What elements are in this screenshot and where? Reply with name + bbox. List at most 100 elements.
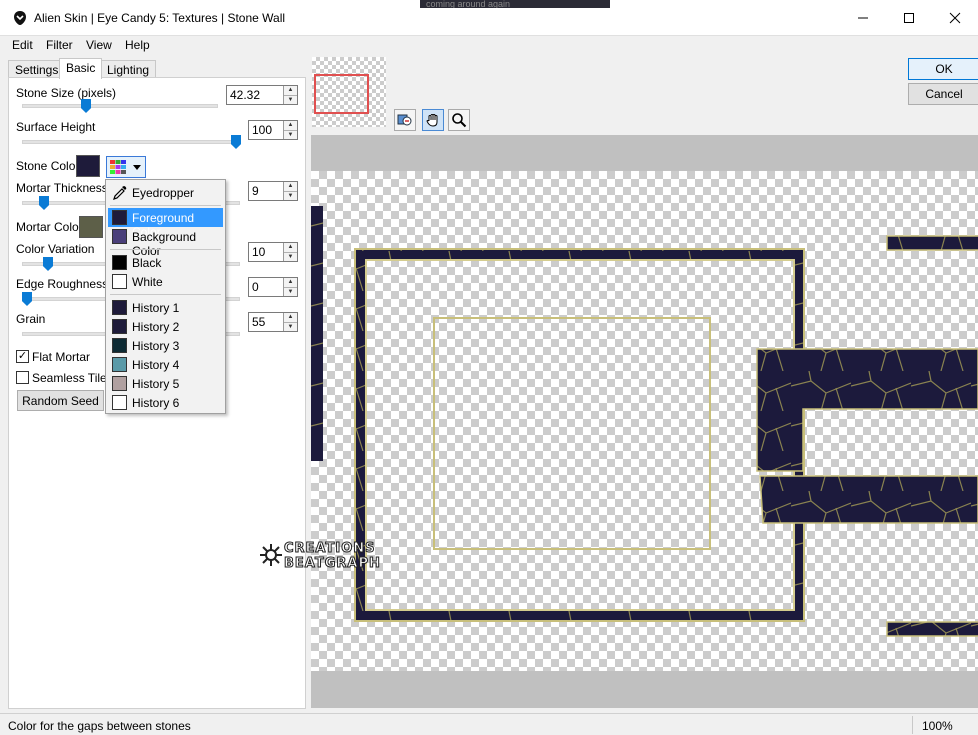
spin-down-icon[interactable]: ▼ xyxy=(284,322,297,331)
app-logo-icon xyxy=(14,11,26,25)
watermark-line-2: BEATGRAPH xyxy=(284,556,381,572)
spin-up-icon[interactable]: ▲ xyxy=(284,86,297,95)
menu-item-white[interactable]: White xyxy=(108,272,223,291)
mortar-thickness-label: Mortar Thickness xyxy=(16,181,108,195)
cancel-button[interactable]: Cancel xyxy=(908,83,978,105)
spin-down-icon[interactable]: ▼ xyxy=(284,287,297,296)
preview-canvas[interactable] xyxy=(311,171,978,671)
maximize-button[interactable] xyxy=(886,0,932,36)
color-variation-input[interactable] xyxy=(249,243,284,261)
edge-roughness-input[interactable] xyxy=(249,278,284,296)
menu-bar: Edit Filter View Help xyxy=(0,36,978,56)
spin-up-icon[interactable]: ▲ xyxy=(284,313,297,322)
window-title: Alien Skin | Eye Candy 5: Textures | Sto… xyxy=(34,11,286,25)
spin-up-icon[interactable]: ▲ xyxy=(284,121,297,130)
spin-down-icon[interactable]: ▼ xyxy=(284,95,297,104)
black-swatch xyxy=(112,255,127,270)
seamless-tile-label: Seamless Tile xyxy=(32,371,107,385)
history-swatch xyxy=(112,395,127,410)
spin-up-icon[interactable]: ▲ xyxy=(284,278,297,287)
menu-item-history-4[interactable]: History 4 xyxy=(108,355,223,374)
status-message: Color for the gaps between stones xyxy=(8,719,191,733)
status-bar: Color for the gaps between stones 100% xyxy=(0,713,978,735)
flat-mortar-label: Flat Mortar xyxy=(32,350,91,364)
spin-down-icon[interactable]: ▼ xyxy=(284,191,297,200)
grain-label: Grain xyxy=(16,312,46,326)
mortar-thickness-input[interactable] xyxy=(249,182,284,200)
close-button[interactable] xyxy=(932,0,978,36)
navigator-view-rect[interactable] xyxy=(314,74,369,114)
spin-down-icon[interactable]: ▼ xyxy=(284,252,297,261)
spin-down-icon[interactable]: ▼ xyxy=(284,130,297,139)
preview-toggle-button[interactable] xyxy=(394,109,416,131)
menu-edit[interactable]: Edit xyxy=(12,38,33,52)
menu-item-history-5[interactable]: History 5 xyxy=(108,374,223,393)
surface-height-input[interactable] xyxy=(249,121,284,139)
surface-height-spinner: ▲▼ xyxy=(248,120,298,140)
stone-size-slider-track[interactable] xyxy=(22,104,218,108)
grain-spinner: ▲▼ xyxy=(248,312,298,332)
zoom-tool-button[interactable] xyxy=(448,109,470,131)
flat-mortar-checkbox[interactable]: ✓ xyxy=(16,350,29,363)
history-swatch xyxy=(112,319,127,334)
menu-item-history-3[interactable]: History 3 xyxy=(108,336,223,355)
menu-item-eyedropper[interactable]: Eyedropper xyxy=(108,183,223,202)
hand-icon xyxy=(426,114,438,127)
tab-lighting[interactable]: Lighting xyxy=(100,60,157,78)
watermark-logo-icon xyxy=(260,544,282,566)
color-source-menu: Eyedropper Foreground Color Background C… xyxy=(105,179,226,414)
edge-roughness-spinner: ▲▼ xyxy=(248,277,298,297)
history-swatch xyxy=(112,300,127,315)
stone-size-label: Stone Size (pixels) xyxy=(16,86,117,100)
tab-basic[interactable]: Basic xyxy=(59,58,103,79)
minimize-button[interactable] xyxy=(840,0,886,36)
menu-help[interactable]: Help xyxy=(125,38,150,52)
tab-settings[interactable]: Settings xyxy=(8,60,66,78)
color-variation-spinner: ▲▼ xyxy=(248,242,298,262)
stone-color-label: Stone Color xyxy=(16,159,80,173)
dropdown-arrow-icon xyxy=(133,165,141,170)
stone-size-input[interactable] xyxy=(227,86,284,104)
background-color-swatch xyxy=(112,229,127,244)
maximize-icon xyxy=(904,13,914,23)
background-window-strip: coming around again xyxy=(420,0,610,8)
eyedropper-icon xyxy=(113,186,127,200)
menu-view[interactable]: View xyxy=(86,38,112,52)
color-grid-icon xyxy=(110,160,126,174)
menu-item-black[interactable]: Black xyxy=(108,253,223,272)
menu-filter[interactable]: Filter xyxy=(46,38,73,52)
mortar-color-label: Mortar Color xyxy=(16,220,83,234)
mortar-thickness-spinner: ▲▼ xyxy=(248,181,298,201)
watermark-line-1: CREATIONS xyxy=(283,541,376,557)
menu-item-history-1[interactable]: History 1 xyxy=(108,298,223,317)
menu-item-background-color[interactable]: Background Color xyxy=(108,227,223,258)
surface-height-slider-track[interactable] xyxy=(22,140,240,144)
spin-up-icon[interactable]: ▲ xyxy=(284,182,297,191)
menu-item-history-2[interactable]: History 2 xyxy=(108,317,223,336)
history-swatch xyxy=(112,357,127,372)
stone-color-swatch[interactable] xyxy=(76,155,100,177)
foreground-color-swatch xyxy=(112,210,127,225)
close-icon xyxy=(949,12,961,24)
mortar-color-swatch[interactable] xyxy=(79,216,103,238)
color-variation-label: Color Variation xyxy=(16,242,95,256)
zoom-level: 100% xyxy=(922,719,953,733)
magnifier-icon xyxy=(452,113,467,128)
stone-size-spinner: ▲▼ xyxy=(226,85,298,105)
ok-button[interactable]: OK xyxy=(908,58,978,80)
menu-item-history-6[interactable]: History 6 xyxy=(108,393,223,412)
stone-color-picker-button[interactable] xyxy=(106,156,146,178)
random-seed-button[interactable]: Random Seed xyxy=(17,390,104,411)
hand-tool-button[interactable] xyxy=(422,109,444,131)
spin-up-icon[interactable]: ▲ xyxy=(284,243,297,252)
edge-roughness-label: Edge Roughness xyxy=(16,277,109,291)
seamless-tile-checkbox[interactable] xyxy=(16,371,29,384)
white-swatch xyxy=(112,274,127,289)
menu-item-foreground-color[interactable]: Foreground Color xyxy=(108,208,223,239)
minimize-icon xyxy=(858,17,868,19)
history-swatch xyxy=(112,338,127,353)
preview-area[interactable] xyxy=(311,135,978,708)
grain-input[interactable] xyxy=(249,313,284,331)
title-bar: Alien Skin | Eye Candy 5: Textures | Sto… xyxy=(0,0,978,36)
history-swatch xyxy=(112,376,127,391)
